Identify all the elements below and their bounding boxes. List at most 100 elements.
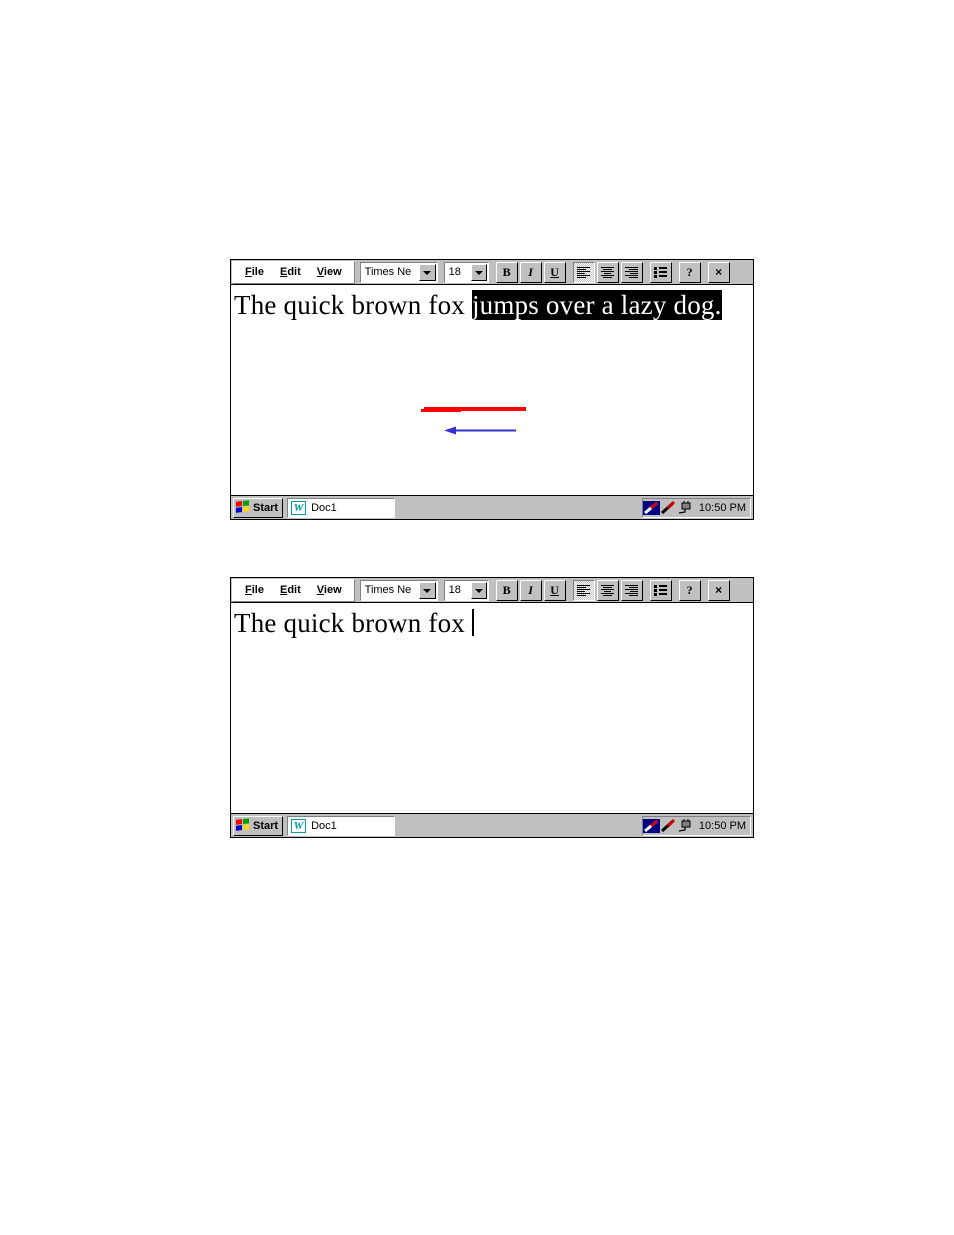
align-left-icon [574, 263, 594, 282]
chevron-down-icon[interactable] [419, 581, 436, 599]
font-size-value: 18 [448, 265, 461, 278]
chevron-down-icon[interactable] [470, 581, 487, 599]
menu-edit[interactable]: Edit [272, 580, 309, 601]
bullet-list-icon [651, 263, 671, 282]
menu-view[interactable]: View [309, 580, 350, 601]
menu-file-accel: F [245, 265, 252, 278]
toolbar-top: File Edit View Times Ne 18 B I U ? × [231, 260, 753, 285]
align-right-button[interactable] [620, 261, 643, 283]
font-size-combobox[interactable]: 18 [443, 261, 489, 283]
clock: 10:50 PM [698, 819, 746, 832]
menu-edit[interactable]: Edit [272, 262, 309, 283]
underline-button[interactable]: U [543, 261, 566, 283]
document-plain-text: The quick brown fox [234, 608, 472, 638]
pen-tray-icon-dark[interactable] [642, 818, 660, 834]
taskbar-item-label: Doc1 [311, 819, 337, 832]
align-center-button[interactable] [596, 261, 619, 283]
font-name-value: Times Ne [364, 583, 412, 596]
underline-icon: U [550, 265, 559, 279]
menu-edit-rest: dit [287, 583, 301, 596]
align-center-button[interactable] [596, 579, 619, 601]
pen-tray-icon[interactable] [660, 500, 677, 516]
toolbar-bottom: File Edit View Times Ne 18 B I U ? × [231, 578, 753, 603]
document-text-line: The quick brown fox [234, 607, 474, 639]
font-name-combobox[interactable]: Times Ne [359, 579, 438, 601]
menu-file[interactable]: File [237, 262, 272, 283]
windows-logo-icon [236, 818, 250, 832]
underline-button[interactable]: U [543, 579, 566, 601]
font-name-value: Times Ne [364, 265, 412, 278]
clock: 10:50 PM [698, 501, 746, 514]
italic-icon: I [528, 265, 533, 279]
document-canvas-top[interactable]: The quick brown fox jumps over a lazy do… [231, 285, 753, 495]
bold-icon: B [502, 265, 511, 279]
align-right-icon [622, 263, 642, 282]
font-name-combobox[interactable]: Times Ne [359, 261, 438, 283]
menu-file-rest: ile [251, 265, 264, 278]
chevron-down-icon[interactable] [419, 263, 436, 281]
menu-view-rest: iew [323, 583, 342, 596]
menu-bar: File Edit View [232, 578, 355, 602]
italic-icon: I [528, 583, 533, 597]
align-center-icon [598, 263, 618, 282]
system-tray: 10:50 PM [641, 497, 751, 518]
taskbar-item-doc1[interactable]: W Doc1 [287, 497, 396, 518]
word-document-icon: W [291, 818, 307, 833]
menu-view-accel: V [316, 583, 324, 596]
taskbar-item-doc1[interactable]: W Doc1 [287, 815, 396, 836]
menu-view-rest: iew [323, 265, 342, 278]
start-button[interactable]: Start [233, 497, 284, 518]
bullet-list-icon [651, 581, 671, 600]
align-left-button[interactable] [572, 579, 595, 601]
close-icon: × [715, 265, 723, 279]
document-plain-text: The quick brown fox [234, 290, 472, 320]
align-center-icon [598, 581, 618, 600]
power-plug-icon[interactable] [677, 818, 694, 834]
help-button[interactable]: ? [678, 579, 701, 601]
align-right-icon [622, 581, 642, 600]
pen-tray-icon-dark[interactable] [642, 500, 660, 516]
windows-logo-icon [236, 500, 250, 514]
menu-view[interactable]: View [309, 262, 350, 283]
taskbar-bottom: Start W Doc1 10:50 PM [231, 813, 753, 837]
document-canvas-bottom[interactable]: The quick brown fox [231, 603, 753, 813]
taskbar-item-label: Doc1 [311, 501, 337, 514]
text-caret [471, 609, 474, 636]
bullet-list-button[interactable] [649, 261, 672, 283]
document-text-line: The quick brown fox jumps over a lazy do… [234, 289, 722, 321]
font-size-value: 18 [448, 583, 461, 596]
pen-tray-icon[interactable] [660, 818, 677, 834]
bold-icon: B [502, 583, 511, 597]
chevron-down-icon[interactable] [470, 263, 487, 281]
italic-button[interactable]: I [519, 579, 542, 601]
menu-file[interactable]: File [237, 580, 272, 601]
start-button-label: Start [253, 501, 279, 514]
align-left-button[interactable] [572, 261, 595, 283]
taskbar-top: Start W Doc1 10:50 PM [231, 495, 753, 519]
menu-file-rest: ile [251, 583, 264, 596]
menu-file-accel: F [245, 583, 252, 596]
bold-button[interactable]: B [495, 261, 518, 283]
bold-button[interactable]: B [495, 579, 518, 601]
blue-annotation-arrow [444, 426, 516, 435]
close-button[interactable]: × [707, 261, 730, 283]
red-annotation-stroke [421, 407, 526, 412]
power-plug-icon[interactable] [677, 500, 694, 516]
word-document-icon: W [291, 500, 307, 515]
font-size-combobox[interactable]: 18 [443, 579, 489, 601]
question-mark-icon: ? [686, 583, 693, 597]
italic-button[interactable]: I [519, 261, 542, 283]
system-tray: 10:50 PM [641, 815, 751, 836]
menu-bar: File Edit View [232, 260, 355, 284]
start-button[interactable]: Start [233, 815, 284, 836]
menu-view-accel: V [316, 265, 324, 278]
help-button[interactable]: ? [678, 261, 701, 283]
bullet-list-button[interactable] [649, 579, 672, 601]
text-editor-window-top: File Edit View Times Ne 18 B I U ? × The… [230, 259, 754, 520]
text-editor-window-bottom: File Edit View Times Ne 18 B I U ? × The… [230, 577, 754, 838]
close-button[interactable]: × [707, 579, 730, 601]
align-right-button[interactable] [620, 579, 643, 601]
close-icon: × [715, 583, 723, 597]
question-mark-icon: ? [686, 265, 693, 279]
start-button-label: Start [253, 819, 279, 832]
